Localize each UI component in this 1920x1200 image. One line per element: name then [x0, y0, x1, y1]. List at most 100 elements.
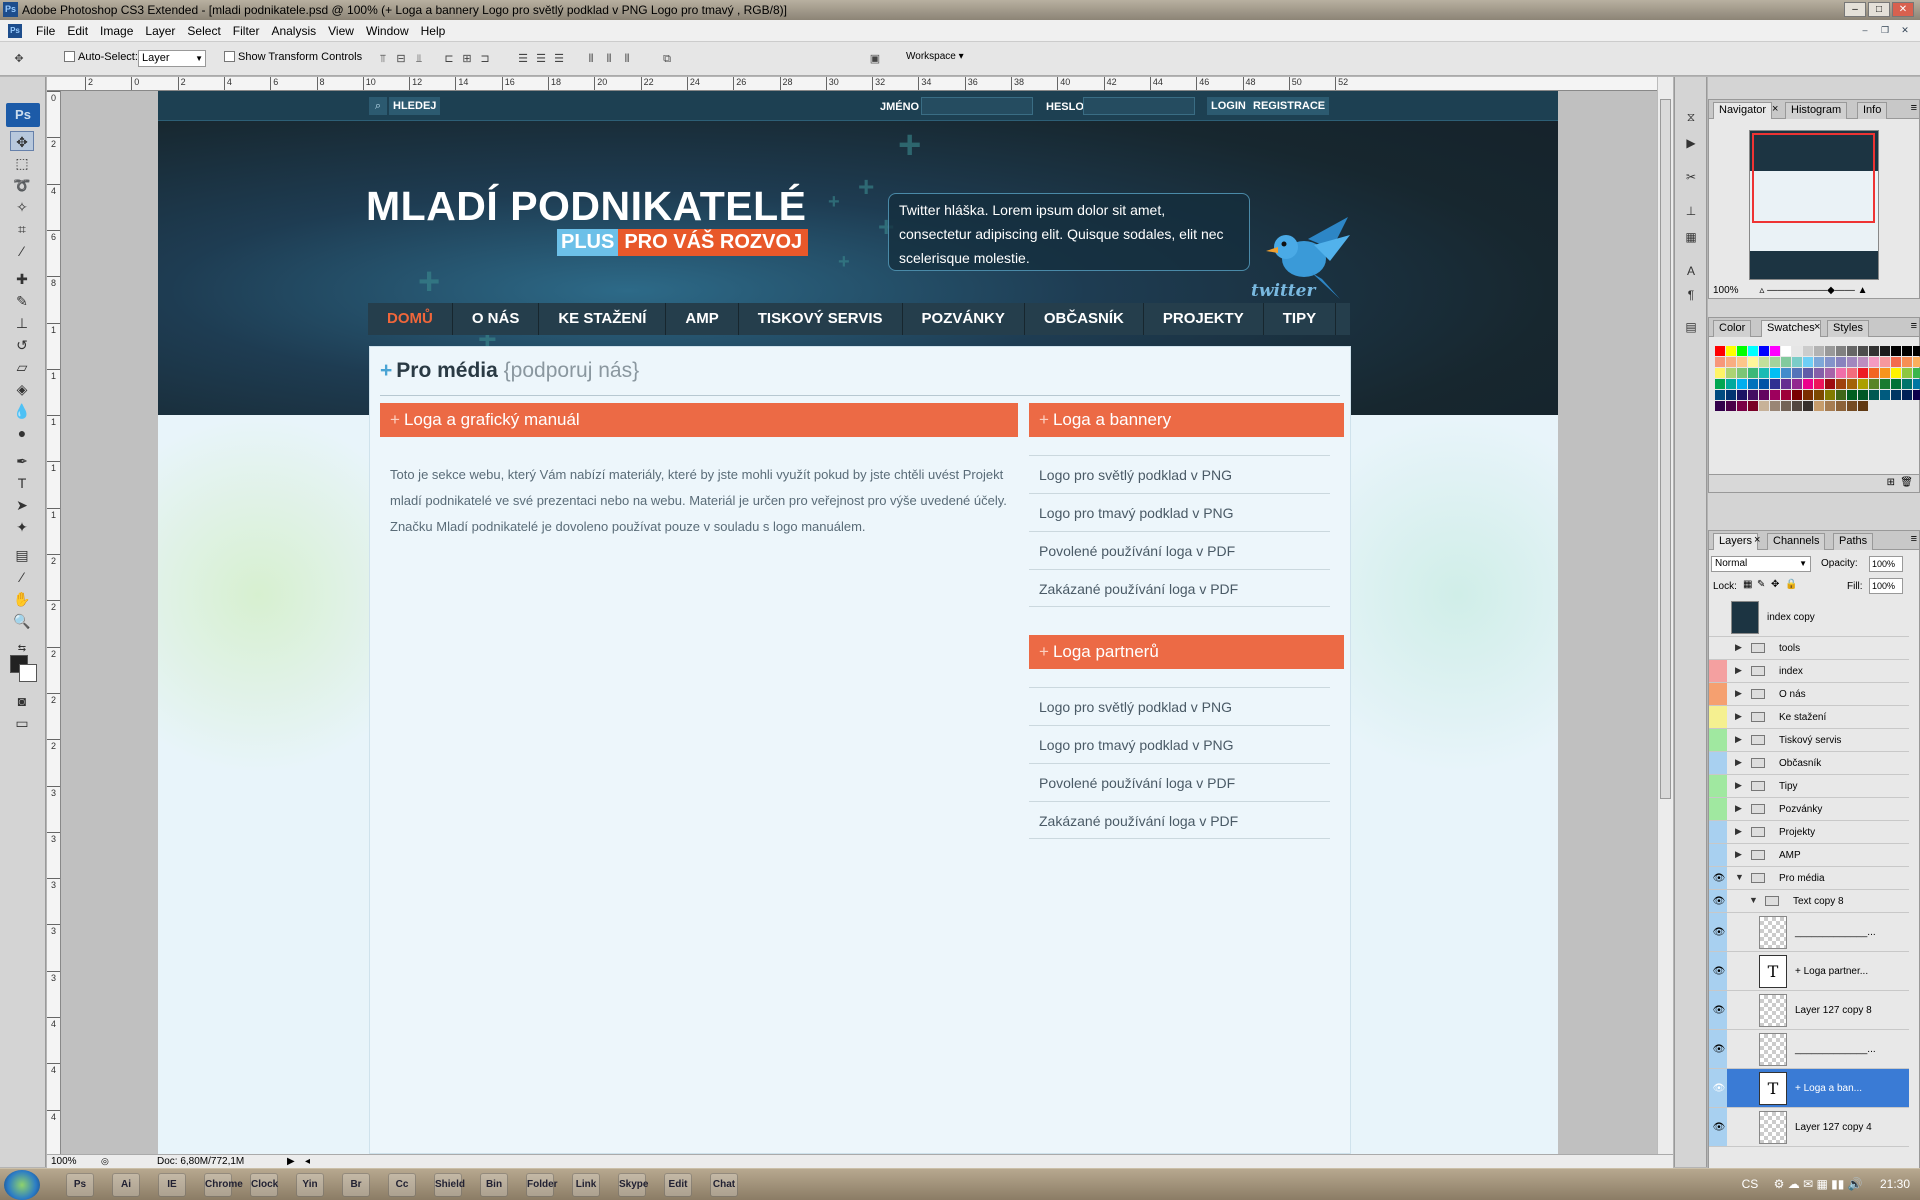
pen-tool-icon[interactable]: ✒ [10, 451, 34, 471]
color-swatch[interactable] [1726, 401, 1736, 411]
expand-arrow-icon[interactable]: ▼ [1749, 895, 1758, 905]
color-swatch[interactable] [1869, 357, 1879, 367]
new-swatch-icon[interactable]: ⊞ [1887, 477, 1895, 488]
eye-icon[interactable]: 👁 [1711, 925, 1727, 941]
status-menu-arrow-icon[interactable]: ▶ [287, 1156, 295, 1167]
vertical-ruler[interactable]: 024681111122222333334444 [47, 91, 61, 1154]
move-tool-icon[interactable]: ✥ [10, 131, 34, 151]
magic-wand-tool-icon[interactable]: ✧ [10, 197, 34, 217]
color-swatch[interactable] [1847, 368, 1857, 378]
visibility-toggle[interactable] [1711, 848, 1727, 864]
color-swatch[interactable] [1759, 346, 1769, 356]
menu-layer[interactable]: Layer [139, 24, 181, 38]
distribute-vcenter-icon[interactable]: ☰ [534, 52, 548, 66]
layer-row[interactable]: ▶ Tipy [1709, 775, 1909, 798]
color-swatch[interactable] [1792, 357, 1802, 367]
menu-view[interactable]: View [322, 24, 360, 38]
align-top-icon[interactable]: ⫪ [376, 52, 390, 66]
brush-tool-icon[interactable]: ✎ [10, 291, 34, 311]
color-swatch[interactable] [1759, 390, 1769, 400]
layer-row[interactable]: ▶ O nás [1709, 683, 1909, 706]
taskbar-app-bin[interactable]: Bin [480, 1173, 508, 1197]
background-color-swatch[interactable] [19, 664, 37, 682]
color-swatch[interactable] [1847, 390, 1857, 400]
taskbar-app-ie[interactable]: IE [158, 1173, 186, 1197]
taskbar-app-ai[interactable]: Ai [112, 1173, 140, 1197]
color-swatch[interactable] [1825, 368, 1835, 378]
taskbar-app-chat[interactable]: Chat [710, 1173, 738, 1197]
color-swatch[interactable] [1836, 368, 1846, 378]
visibility-toggle[interactable] [1711, 687, 1727, 703]
navigator-view-box[interactable] [1752, 133, 1875, 223]
close-tab-icon[interactable]: × [1772, 103, 1778, 120]
layer-row[interactable]: 👁 Layer 127 copy 4 [1709, 1108, 1909, 1147]
color-swatch[interactable] [1836, 346, 1846, 356]
color-swatch[interactable] [1792, 390, 1802, 400]
visibility-toggle[interactable] [1711, 733, 1727, 749]
color-swatch[interactable] [1880, 390, 1890, 400]
color-swatch[interactable] [1726, 357, 1736, 367]
align-right-icon[interactable]: ⊐ [478, 52, 492, 66]
clone-source-icon[interactable]: ⊥ [1680, 201, 1702, 221]
distribute-bottom-icon[interactable]: ☰ [552, 52, 566, 66]
layer-row[interactable]: ▶ AMP [1709, 844, 1909, 867]
language-indicator[interactable]: CS [1742, 1177, 1759, 1191]
delete-swatch-icon[interactable]: 🗑 [1900, 477, 1913, 488]
brushes-panel-icon[interactable]: ▦ [1680, 227, 1702, 247]
download-link[interactable]: Logo pro světlý podklad v PNG [1029, 687, 1330, 725]
color-swatch[interactable] [1858, 368, 1868, 378]
distribute-right-icon[interactable]: ⦀ [620, 52, 634, 66]
panel-menu-icon[interactable]: ≡ [1911, 102, 1917, 119]
paint-bucket-icon[interactable]: ◈ [10, 379, 34, 399]
visibility-toggle[interactable] [1711, 610, 1727, 626]
download-link[interactable]: Povolené používání loga v PDF [1029, 531, 1330, 569]
download-link[interactable]: Povolené používání loga v PDF [1029, 763, 1330, 801]
character-panel-icon[interactable]: A [1680, 261, 1702, 281]
tool-presets-icon[interactable]: ✂ [1680, 167, 1702, 187]
color-swatch[interactable] [1803, 390, 1813, 400]
color-swatch[interactable] [1858, 357, 1868, 367]
download-link[interactable]: Logo pro tmavý podklad v PNG [1029, 493, 1330, 531]
color-swatch[interactable] [1781, 368, 1791, 378]
panel-tab-channels[interactable]: Channels [1767, 533, 1826, 550]
color-swatch[interactable] [1891, 368, 1901, 378]
taskbar-app-chrome[interactable]: Chrome [204, 1173, 243, 1197]
fill-input[interactable]: 100% [1869, 578, 1903, 594]
lock-transparency-icon[interactable]: ▦ [1743, 579, 1752, 590]
clock[interactable]: 21:30 [1880, 1177, 1910, 1191]
color-swatch[interactable] [1770, 401, 1780, 411]
color-swatch[interactable] [1737, 346, 1747, 356]
layer-row[interactable]: ▶ tools [1709, 637, 1909, 660]
move-tool-preset-icon[interactable]: ✥ [12, 52, 26, 66]
expand-arrow-icon[interactable]: ▶ [1735, 734, 1742, 745]
lock-position-icon[interactable]: ✥ [1771, 579, 1779, 590]
color-swatch[interactable] [1759, 401, 1769, 411]
layer-row[interactable]: index copy [1709, 598, 1909, 637]
color-swatch[interactable] [1913, 368, 1920, 378]
taskbar-app-shield[interactable]: Shield [434, 1173, 465, 1197]
color-swatch[interactable] [1902, 379, 1912, 389]
screen-mode-icon[interactable]: ▭ [10, 713, 34, 733]
doc-close-icon[interactable]: ✕ [1896, 23, 1914, 38]
lasso-tool-icon[interactable]: ➰ [10, 175, 34, 195]
color-swatch[interactable] [1770, 368, 1780, 378]
nav-item[interactable]: OBČASNÍK [1025, 303, 1144, 335]
taskbar-app-br[interactable]: Br [342, 1173, 370, 1197]
color-swatch[interactable] [1902, 368, 1912, 378]
panel-tab-paths[interactable]: Paths [1833, 533, 1874, 550]
align-hcenter-icon[interactable]: ⊞ [460, 52, 474, 66]
color-swatch[interactable] [1913, 357, 1920, 367]
align-vcenter-icon[interactable]: ⊟ [394, 52, 408, 66]
path-selection-icon[interactable]: ➤ [10, 495, 34, 515]
expand-arrow-icon[interactable]: ▶ [1735, 849, 1742, 860]
bridge-icon[interactable]: ▣ [864, 52, 886, 66]
zoom-tool-icon[interactable]: 🔍 [10, 611, 34, 631]
color-swatch[interactable] [1781, 379, 1791, 389]
status-zoom[interactable]: 100% [51, 1156, 77, 1167]
color-swatch[interactable] [1825, 379, 1835, 389]
nav-item[interactable]: DOMŮ [368, 303, 453, 335]
color-swatch[interactable] [1847, 401, 1857, 411]
color-swatch[interactable] [1715, 379, 1725, 389]
distribute-top-icon[interactable]: ☰ [516, 52, 530, 66]
layer-row[interactable]: ▶ Občasník [1709, 752, 1909, 775]
